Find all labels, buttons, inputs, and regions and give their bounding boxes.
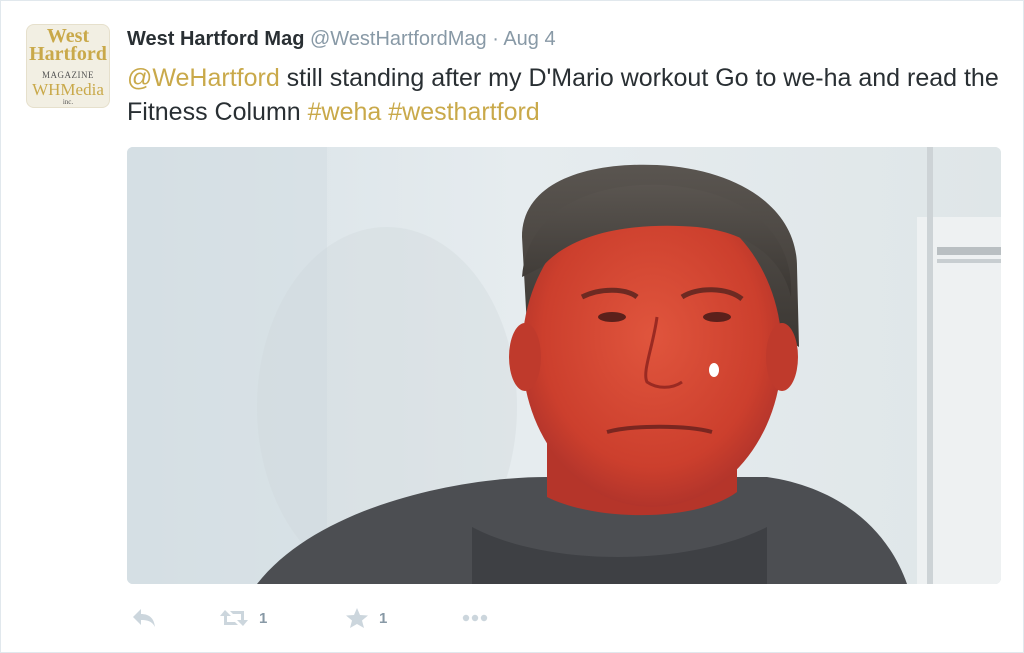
- retweet-count: 1: [259, 609, 268, 627]
- favorite-button[interactable]: 1: [345, 601, 387, 635]
- retweet-button[interactable]: 1: [219, 601, 267, 635]
- hashtag-link[interactable]: #weha: [308, 98, 382, 126]
- author-name[interactable]: West Hartford Mag: [127, 28, 304, 50]
- separator: ·: [492, 28, 499, 50]
- favorite-count: 1: [379, 609, 388, 627]
- avatar-logo-text: MAGAZINE: [42, 70, 94, 80]
- author-handle[interactable]: @WestHartfordMag: [310, 28, 487, 50]
- reply-icon: [133, 609, 155, 627]
- retweet-icon: [220, 610, 248, 626]
- tweet-photo[interactable]: [127, 147, 1001, 584]
- reply-button[interactable]: [131, 601, 157, 635]
- mention-link[interactable]: @WeHartford: [127, 64, 280, 92]
- tweet-header: West Hartford Mag @WestHartfordMag · Aug…: [127, 27, 556, 51]
- tweet-text: @WeHartford still standing after my D'Ma…: [127, 61, 1007, 129]
- hashtag-link[interactable]: #westhartford: [388, 98, 539, 126]
- avatar-logo-text: inc.: [62, 98, 74, 106]
- selfie-photo: [127, 147, 1001, 584]
- tweet-date[interactable]: Aug 4: [503, 28, 555, 50]
- more-button[interactable]: [462, 601, 488, 635]
- tweet-card[interactable]: West Hartford MAGAZINE WHMedia inc. West…: [0, 0, 1024, 653]
- more-dots-icon: [462, 614, 488, 622]
- avatar-logo-text: WHMedia: [32, 80, 104, 99]
- avatar[interactable]: West Hartford MAGAZINE WHMedia inc.: [26, 24, 110, 108]
- avatar-logo-text: Hartford: [29, 43, 107, 65]
- star-icon: [346, 608, 368, 628]
